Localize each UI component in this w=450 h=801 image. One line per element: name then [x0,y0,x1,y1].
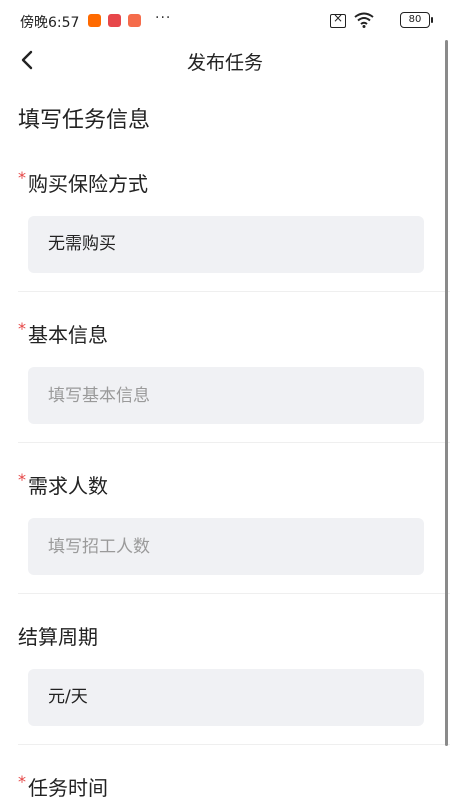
basic-info-label: * 基本信息 [18,319,108,348]
required-mark: * [18,319,26,338]
no-sim-icon [330,11,346,28]
divider [18,744,450,745]
mi-app-icon [88,14,101,27]
scrollbar[interactable] [445,40,448,746]
page-title: 发布任务 [186,52,263,74]
status-bar: 傍晚6:57 ··· 80 [0,0,450,44]
task-time-label: * 任务时间 [18,772,108,801]
settlement-select[interactable]: 元/天 [28,669,424,726]
section-title: 填写任务信息 [18,108,151,133]
insurance-label-text: 购买保险方式 [28,172,148,196]
status-right-group: 80 [320,11,433,30]
settlement-label: 结算周期 [18,625,98,649]
required-mark: * [18,470,26,489]
status-time: 傍晚6:57 [20,15,80,31]
insurance-select[interactable]: 无需购买 [28,216,424,273]
task-time-label-text: 任务时间 [28,776,108,800]
required-mark: * [18,772,26,791]
message-app-icon [108,14,121,27]
battery-indicator: 80 [400,12,433,28]
required-mark: * [18,168,26,187]
notes-app-icon [128,14,141,27]
basic-info-label-text: 基本信息 [28,323,108,347]
headcount-label: * 需求人数 [18,470,108,499]
headcount-input[interactable] [28,518,424,575]
basic-info-input[interactable] [28,367,424,424]
insurance-label: * 购买保险方式 [18,168,148,197]
divider [18,442,450,443]
nav-bar: 发布任务 [0,44,450,80]
divider [18,291,450,292]
more-notifications-icon: ··· [155,10,172,26]
headcount-label-text: 需求人数 [28,474,108,498]
divider [18,593,450,594]
wifi-icon [354,12,374,28]
